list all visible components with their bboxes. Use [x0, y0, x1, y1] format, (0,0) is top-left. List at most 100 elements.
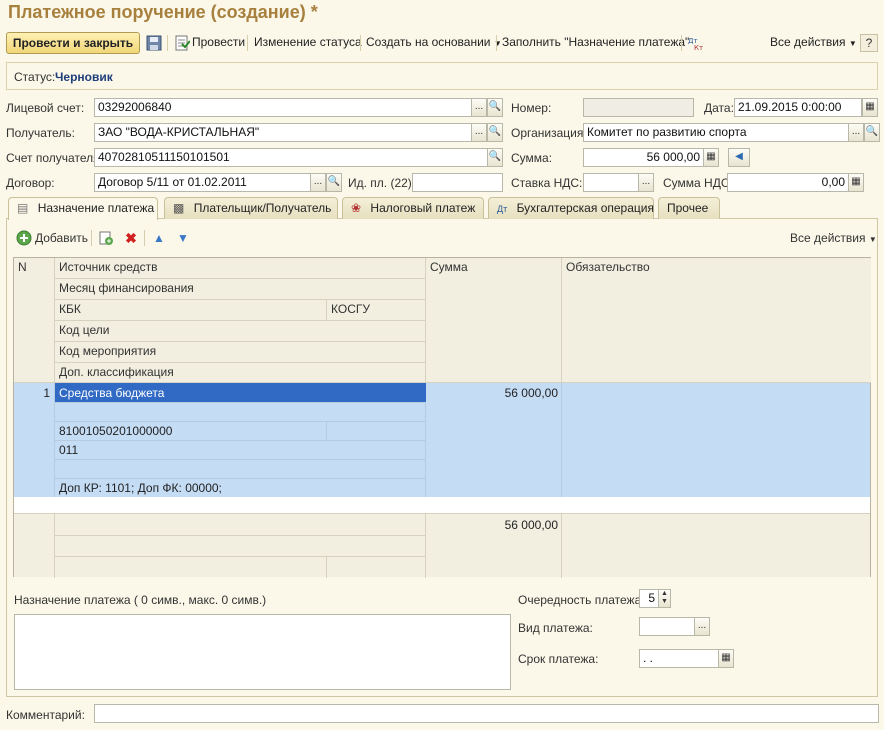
number-field[interactable] [583, 98, 694, 117]
fill-purpose-button[interactable]: Заполнить "Назначение платежа" [502, 35, 689, 49]
header-sum[interactable]: Сумма [426, 258, 562, 383]
copy-icon[interactable] [98, 230, 114, 246]
account-select-button[interactable]: ... [471, 98, 487, 117]
add-icon[interactable] [16, 230, 32, 246]
help-icon[interactable]: ? [860, 34, 878, 52]
calculator-icon[interactable]: ▦ [848, 173, 864, 192]
header-add-class[interactable]: Доп. классификация [55, 363, 426, 383]
account-search-icon[interactable]: 🔍 [487, 98, 503, 117]
create-based-on-button[interactable]: Создать на основании ▼ [366, 35, 502, 49]
contract-search-icon[interactable]: 🔍 [326, 173, 342, 192]
header-month[interactable]: Месяц финансирования [55, 279, 426, 300]
delete-icon[interactable]: ✖ [123, 230, 139, 246]
payment-type-field[interactable] [639, 617, 695, 636]
recipient-account-field[interactable]: 40702810511150101501 [94, 148, 488, 167]
date-field[interactable]: 21.09.2015 0:00:00 [734, 98, 862, 117]
post-icon[interactable] [174, 35, 191, 51]
header-n[interactable]: N [14, 258, 55, 383]
post-button[interactable]: Провести [192, 35, 245, 49]
tab-bar: ▤ Назначение платежа ▩ Плательщик/Получа… [6, 197, 878, 220]
move-up-icon[interactable]: ▲ [151, 230, 167, 246]
header-kbk[interactable]: КБК [55, 300, 327, 321]
create-based-on-label: Создать на основании [366, 35, 491, 49]
grid-line [54, 514, 55, 578]
tab-payer-recipient[interactable]: ▩ Плательщик/Получатель [164, 197, 338, 219]
tab-accounting-operation[interactable]: Дт Бухгалтерская операция [488, 197, 654, 219]
window-title: Платежное поручение (создание) * [8, 2, 318, 22]
comment-field[interactable] [94, 704, 879, 723]
purpose-label: Назначение платежа ( 0 симв., макс. 0 си… [14, 593, 267, 607]
organization-label: Организация: [511, 126, 587, 140]
cell-month[interactable] [55, 403, 63, 407]
due-date-field[interactable]: . . [639, 649, 719, 668]
recipient-account-label: Счет получателя: [6, 151, 103, 165]
header-event[interactable]: Код мероприятия [55, 342, 426, 363]
sum-field[interactable]: 56 000,00 [583, 148, 704, 167]
payer-id-field[interactable] [412, 173, 503, 192]
contract-field[interactable]: Договор 5/11 от 01.02.2011 [94, 173, 311, 192]
account-label: Лицевой счет: [6, 101, 85, 115]
footer-sum: 56 000,00 [504, 518, 558, 532]
tab-label: Плательщик/Получатель [193, 201, 332, 215]
post-and-close-button[interactable]: Провести и закрыть [6, 32, 140, 54]
cell-event[interactable] [55, 460, 63, 464]
dt-kt-icon: Дт [497, 204, 508, 214]
toolbar-separator [360, 35, 361, 51]
tab-other[interactable]: Прочее [658, 197, 720, 219]
all-actions-button[interactable]: Все действия ▼ [770, 35, 857, 49]
account-field[interactable]: 03292006840 [94, 98, 472, 117]
header-obligation[interactable]: Обязательство [562, 258, 871, 383]
recipient-account-search-icon[interactable]: 🔍 [487, 148, 503, 167]
fill-sum-arrow-icon[interactable]: ◀ [728, 148, 750, 167]
cell-sum[interactable]: 56 000,00 [426, 384, 562, 402]
vat-sum-field[interactable]: 0,00 [727, 173, 849, 192]
dt-kt-icon[interactable]: Дт Кт [688, 35, 704, 52]
move-down-icon[interactable]: ▼ [175, 230, 191, 246]
header-source[interactable]: Источник средств [55, 258, 426, 279]
vat-sum-label: Сумма НДС: [663, 176, 733, 190]
priority-spinner-icon[interactable]: ▲ ▼ [658, 589, 671, 608]
svg-text:Кт: Кт [694, 44, 703, 51]
cell-kosgu[interactable] [327, 422, 335, 426]
vat-rate-field[interactable] [583, 173, 639, 192]
contract-select-button[interactable]: ... [310, 173, 326, 192]
recipient-search-icon[interactable]: 🔍 [487, 123, 503, 142]
tab-payment-purpose[interactable]: ▤ Назначение платежа [8, 197, 158, 220]
cell-kbk[interactable]: 81001050201000000 [55, 422, 176, 440]
emblem-icon: ❀ [351, 201, 362, 215]
vat-rate-select-button[interactable]: ... [638, 173, 654, 192]
cell-obligation[interactable] [562, 384, 570, 388]
payment-type-label: Вид платежа: [518, 621, 593, 635]
table-row[interactable]: 1 Средства бюджета 81001050201000000 011… [14, 383, 870, 497]
contract-label: Договор: [6, 176, 55, 190]
status-panel: Статус: Черновик [6, 62, 878, 90]
header-goal[interactable]: Код цели [55, 321, 426, 342]
recipient-select-button[interactable]: ... [471, 123, 487, 142]
grid-all-actions-label: Все действия [790, 231, 866, 245]
grid-all-actions-button[interactable]: Все действия ▼ [790, 231, 877, 245]
purpose-textarea[interactable] [14, 614, 511, 690]
comment-label: Комментарий: [6, 708, 85, 722]
grid-line [55, 535, 426, 536]
cell-add-class[interactable]: Доп КР: 1101; Доп ФК: 00000; [55, 479, 226, 497]
add-button[interactable]: Добавить [35, 231, 88, 245]
tab-tax-payment[interactable]: ❀ Налоговый платеж [342, 197, 484, 219]
change-status-button[interactable]: Изменение статуса [254, 35, 362, 49]
priority-field[interactable]: 5 [639, 589, 659, 608]
cell-goal[interactable]: 011 [55, 441, 82, 459]
organization-search-icon[interactable]: 🔍 [864, 123, 880, 142]
calendar-icon[interactable]: ▦ [862, 98, 878, 117]
recipient-field[interactable]: ЗАО "ВОДА-КРИСТАЛЬНАЯ" [94, 123, 472, 142]
organization-field[interactable]: Комитет по развитию спорта [583, 123, 849, 142]
payment-type-select-button[interactable]: ... [694, 617, 710, 636]
toolbar-separator [496, 35, 497, 51]
header-kosgu[interactable]: КОСГУ [327, 300, 426, 321]
calendar-icon[interactable]: ▦ [718, 649, 734, 668]
recipient-label: Получатель: [6, 126, 75, 140]
save-icon[interactable] [146, 35, 162, 51]
main-toolbar: Провести и закрыть Провести Изменение ст… [0, 30, 884, 56]
allocation-table[interactable]: N Источник средств Месяц финансирования … [13, 257, 871, 578]
organization-select-button[interactable]: ... [848, 123, 864, 142]
cell-source[interactable]: Средства бюджета [55, 384, 168, 402]
calculator-icon[interactable]: ▦ [703, 148, 719, 167]
